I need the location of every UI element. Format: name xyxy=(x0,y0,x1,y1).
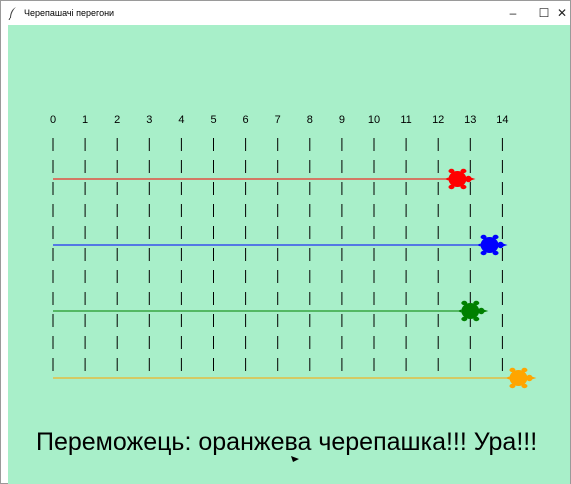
track-label: 2 xyxy=(114,114,120,126)
track-label: 10 xyxy=(368,114,380,126)
race-canvas: 0 1 2 3 4 5 6 7 8 9 10 11 12 13 14 Переможець: оранжев… xyxy=(8,25,570,484)
track-label: 5 xyxy=(210,114,216,126)
track-label: 1 xyxy=(82,114,88,126)
window-title: Черепашачі перегони xyxy=(24,8,115,18)
track-label: 11 xyxy=(400,114,411,126)
turtle-icon xyxy=(476,234,508,256)
track-label: 0 xyxy=(50,114,56,126)
app-window: Черепашачі перегони – ☐ ✕ 0 1 2 3 4 5 6 7 8 9 10 11… xyxy=(0,0,571,484)
close-button[interactable]: ✕ xyxy=(553,1,571,25)
turtle-icon xyxy=(444,168,476,190)
track-label: 13 xyxy=(464,114,476,126)
track-label: 9 xyxy=(339,114,345,126)
track-label: 12 xyxy=(432,114,444,126)
track-label: 4 xyxy=(178,114,184,126)
winner-message: Переможець: оранжева черепашка!!! Ура!!! xyxy=(36,428,538,456)
track-label: 3 xyxy=(146,114,152,126)
turtle-icon xyxy=(505,367,537,389)
track-label: 14 xyxy=(496,114,508,126)
title-bar[interactable]: Черепашачі перегони – ☐ ✕ xyxy=(1,1,570,25)
track-label: 6 xyxy=(243,114,249,126)
track-label: 8 xyxy=(307,114,313,126)
feather-icon xyxy=(8,7,16,20)
turtle-icon xyxy=(457,300,489,322)
race-track: 0 1 2 3 4 5 6 7 8 9 10 11 12 13 14 xyxy=(50,114,537,462)
track-label: 7 xyxy=(275,114,281,126)
minimize-button[interactable]: – xyxy=(496,1,530,25)
